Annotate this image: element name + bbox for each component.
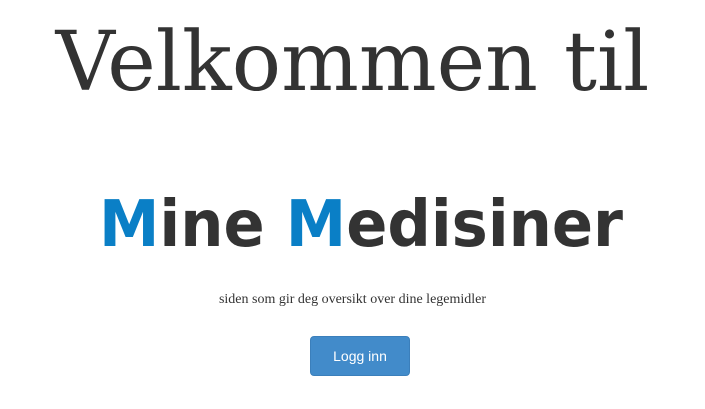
mine-medisiner-logo: Mine Medisiner — [99, 196, 623, 248]
logo-word-edisiner: edisiner — [346, 196, 623, 248]
logo-initial-m-second: M — [286, 196, 346, 248]
login-button[interactable]: Logg inn — [310, 336, 410, 376]
welcome-page: Velkommen til Mine Medisiner siden som g… — [0, 0, 705, 409]
logo-initial-m: M — [99, 196, 159, 248]
logo-word-ine: ine — [159, 196, 285, 248]
welcome-heading: Velkommen til — [55, 15, 650, 110]
tagline: siden som gir deg oversikt over dine leg… — [218, 292, 487, 307]
svg-text:Mine Medisiner: Mine Medisiner — [99, 196, 623, 248]
logo-wordmark: Mine Medisiner — [99, 196, 623, 248]
